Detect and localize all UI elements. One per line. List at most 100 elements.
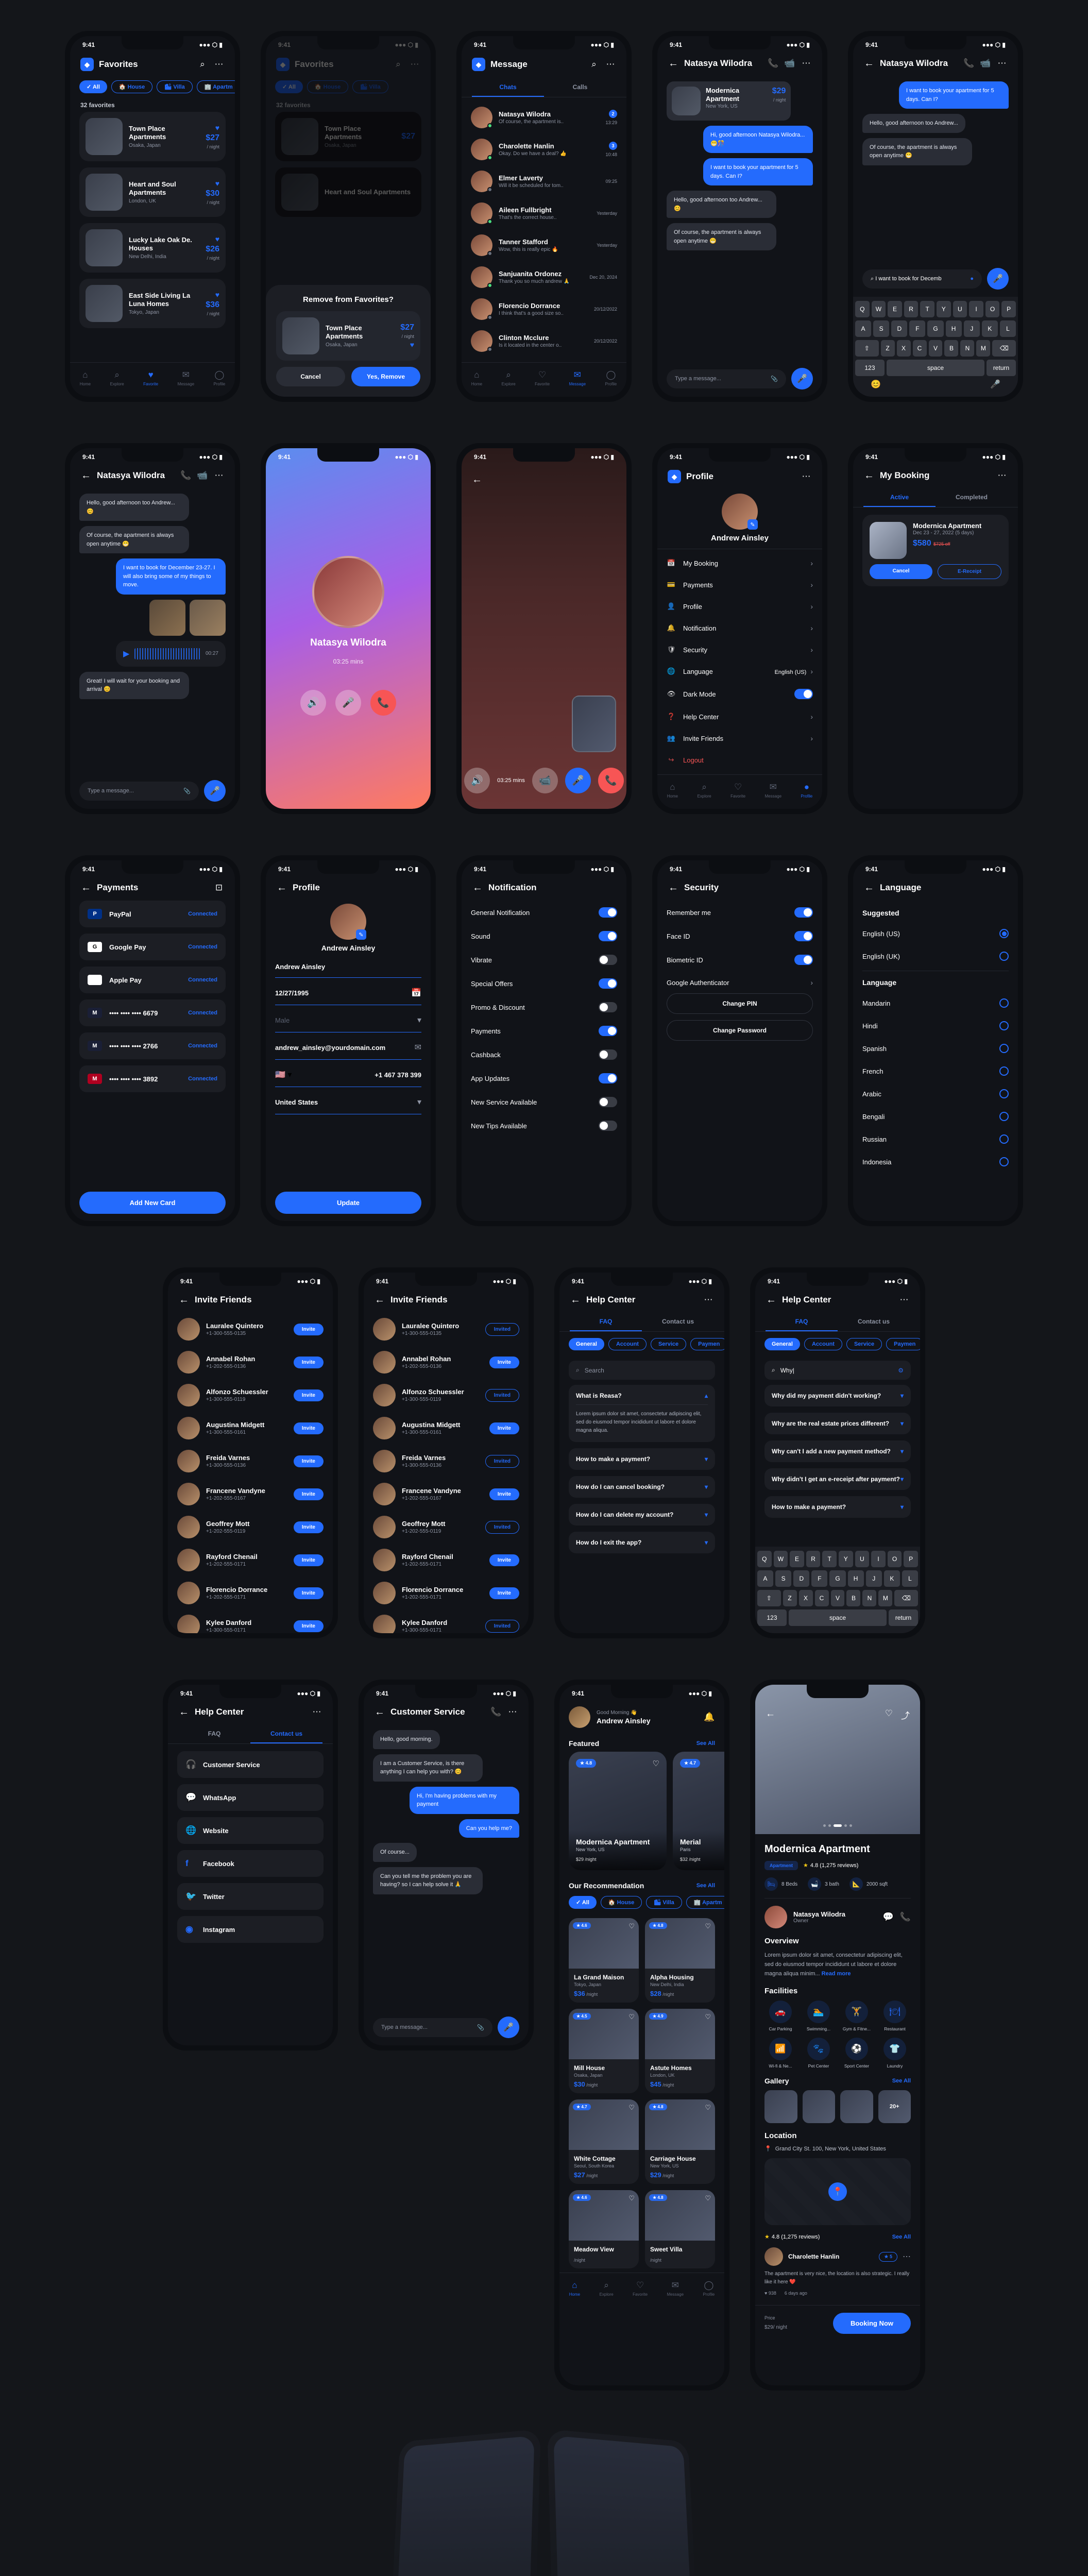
- faq-item[interactable]: How do I can delete my account?▾: [569, 1504, 715, 1526]
- heart-icon[interactable]: ♥: [215, 235, 219, 243]
- key[interactable]: Z: [783, 1590, 797, 1606]
- end-call-button[interactable]: 📞: [370, 690, 396, 716]
- key[interactable]: J: [866, 1570, 882, 1587]
- contact-option[interactable]: 🐦Twitter: [177, 1883, 324, 1910]
- more-icon[interactable]: ⋯: [605, 59, 616, 70]
- key[interactable]: M: [976, 340, 990, 357]
- favorite-card[interactable]: Lucky Lake Oak De. HousesNew Delhi, Indi…: [79, 223, 226, 273]
- setting-row[interactable]: 🛡Security›: [667, 639, 813, 660]
- payment-method[interactable]: GGoogle PayConnected: [79, 934, 226, 960]
- toggle[interactable]: [599, 1049, 617, 1060]
- mute-button[interactable]: 🎤: [335, 690, 361, 716]
- key[interactable]: Y: [839, 1551, 853, 1567]
- faq-item[interactable]: Why are the real estate prices different…: [764, 1413, 911, 1434]
- property-card[interactable]: ★ 4.8♡Alpha HousingNew Delhi, India$28 /…: [645, 1918, 715, 2003]
- faq-item[interactable]: How do I exit the app?▾: [569, 1532, 715, 1553]
- add-card-button[interactable]: Add New Card: [79, 1192, 226, 1214]
- back-button[interactable]: ←: [80, 470, 92, 481]
- heart-icon[interactable]: ♡: [628, 2013, 635, 2021]
- key[interactable]: V: [929, 340, 943, 357]
- back-button[interactable]: ←: [668, 58, 679, 69]
- toggle[interactable]: [599, 907, 617, 918]
- radio[interactable]: [999, 1044, 1009, 1053]
- nav-profile[interactable]: ◯Profile: [214, 370, 226, 386]
- self-video[interactable]: [572, 696, 616, 752]
- key[interactable]: W: [872, 301, 886, 317]
- security-row[interactable]: Google Authenticator›: [667, 972, 813, 993]
- video-icon[interactable]: 📹: [784, 58, 795, 69]
- change-pin-button[interactable]: Change PIN: [667, 993, 813, 1014]
- key[interactable]: C: [815, 1590, 829, 1606]
- user-avatar[interactable]: [569, 1706, 590, 1728]
- key[interactable]: A: [757, 1570, 773, 1587]
- scan-icon[interactable]: ⊡: [213, 882, 225, 893]
- key[interactable]: T: [920, 301, 934, 317]
- invite-button[interactable]: Invited: [485, 1455, 519, 1468]
- nav-favorite[interactable]: ♥Favorite: [143, 370, 158, 386]
- input-field[interactable]: andrew_ainsley@yourdomain.com✉: [275, 1036, 421, 1060]
- map[interactable]: 📍: [764, 2158, 911, 2225]
- security-row[interactable]: Remember me: [667, 901, 813, 924]
- book-button[interactable]: Booking Now: [833, 2313, 911, 2334]
- gallery-more[interactable]: 20+: [878, 2090, 911, 2123]
- radio[interactable]: [999, 1021, 1009, 1030]
- key[interactable]: U: [953, 301, 967, 317]
- heart-icon[interactable]: ♥: [215, 291, 219, 299]
- heart-icon[interactable]: ♡: [628, 1922, 635, 1930]
- radio[interactable]: [999, 998, 1009, 1008]
- faq-item[interactable]: How to make a payment?▾: [764, 1496, 911, 1518]
- toggle[interactable]: [599, 1097, 617, 1107]
- read-more-link[interactable]: Read more: [822, 1971, 851, 1977]
- faq-item[interactable]: Why didn't I get an e-receipt after paym…: [764, 1468, 911, 1490]
- setting-row[interactable]: 🔔Notification›: [667, 617, 813, 639]
- chat-row[interactable]: Clinton McclureIs it located in the cent…: [471, 325, 617, 357]
- contact-option[interactable]: ◉Instagram: [177, 1916, 324, 1943]
- key[interactable]: M: [878, 1590, 892, 1606]
- payment-method[interactable]: PPayPalConnected: [79, 901, 226, 927]
- chat-row[interactable]: Natasya WilodraOf course, the apartment …: [471, 101, 617, 133]
- payment-method[interactable]: M•••• •••• •••• 6679Connected: [79, 999, 226, 1026]
- back-button[interactable]: ←: [863, 58, 875, 69]
- image-attachment[interactable]: [149, 600, 185, 636]
- heart-icon[interactable]: ♡: [705, 1922, 711, 1930]
- invite-button[interactable]: Invite: [294, 1620, 324, 1632]
- setting-row[interactable]: ❓Help Center›: [667, 706, 813, 727]
- toggle[interactable]: [599, 1073, 617, 1083]
- voice-message[interactable]: ▶00:27: [116, 641, 226, 667]
- invite-button[interactable]: Invited: [485, 1389, 519, 1402]
- see-all-link[interactable]: See All: [696, 1740, 715, 1747]
- call-icon[interactable]: 📞: [768, 58, 779, 69]
- key[interactable]: C: [913, 340, 927, 357]
- invite-button[interactable]: Invited: [485, 1521, 519, 1534]
- key[interactable]: N: [862, 1590, 876, 1606]
- featured-card[interactable]: ★ 4.8♡Modernica ApartmentNew York, US$29…: [569, 1752, 667, 1870]
- invite-button[interactable]: Invited: [485, 1323, 519, 1336]
- speaker-button[interactable]: 🔊: [464, 768, 490, 793]
- receipt-button[interactable]: E-Receipt: [938, 564, 1001, 579]
- tab-chats[interactable]: Chats: [472, 78, 544, 97]
- gallery-thumb[interactable]: [803, 2090, 836, 2123]
- chip-all[interactable]: ✓ All: [79, 80, 107, 93]
- change-password-button[interactable]: Change Password: [667, 1020, 813, 1041]
- nav-home[interactable]: ⌂Home: [471, 370, 482, 386]
- payment-method[interactable]: M•••• •••• •••• 3892Connected: [79, 1065, 226, 1092]
- language-option[interactable]: Hindi: [862, 1014, 1009, 1037]
- contact-option[interactable]: 🌐Website: [177, 1817, 324, 1844]
- chat-row[interactable]: Florencio DorranceI think that's a good …: [471, 293, 617, 325]
- radio[interactable]: [999, 1157, 1009, 1166]
- invite-button[interactable]: Invite: [489, 1587, 519, 1599]
- key[interactable]: E: [790, 1551, 804, 1567]
- cancel-button[interactable]: Cancel: [276, 367, 345, 386]
- favorite-card[interactable]: Heart and Soul ApartmentsLondon, UK♥$30/…: [79, 167, 226, 217]
- key[interactable]: B: [846, 1590, 860, 1606]
- contact-option[interactable]: 🎧Customer Service: [177, 1751, 324, 1778]
- key[interactable]: O: [888, 1551, 902, 1567]
- mute-button[interactable]: 🎤: [565, 768, 591, 793]
- edit-avatar-button[interactable]: ✎: [747, 519, 758, 530]
- invite-button[interactable]: Invite: [294, 1357, 324, 1368]
- property-card[interactable]: ★ 4.6♡Meadow View /night: [569, 2190, 639, 2268]
- key[interactable]: X: [799, 1590, 813, 1606]
- input-field[interactable]: Male▾: [275, 1008, 421, 1032]
- tab-completed[interactable]: Completed: [936, 488, 1008, 507]
- notification-icon[interactable]: 🔔: [704, 1711, 715, 1723]
